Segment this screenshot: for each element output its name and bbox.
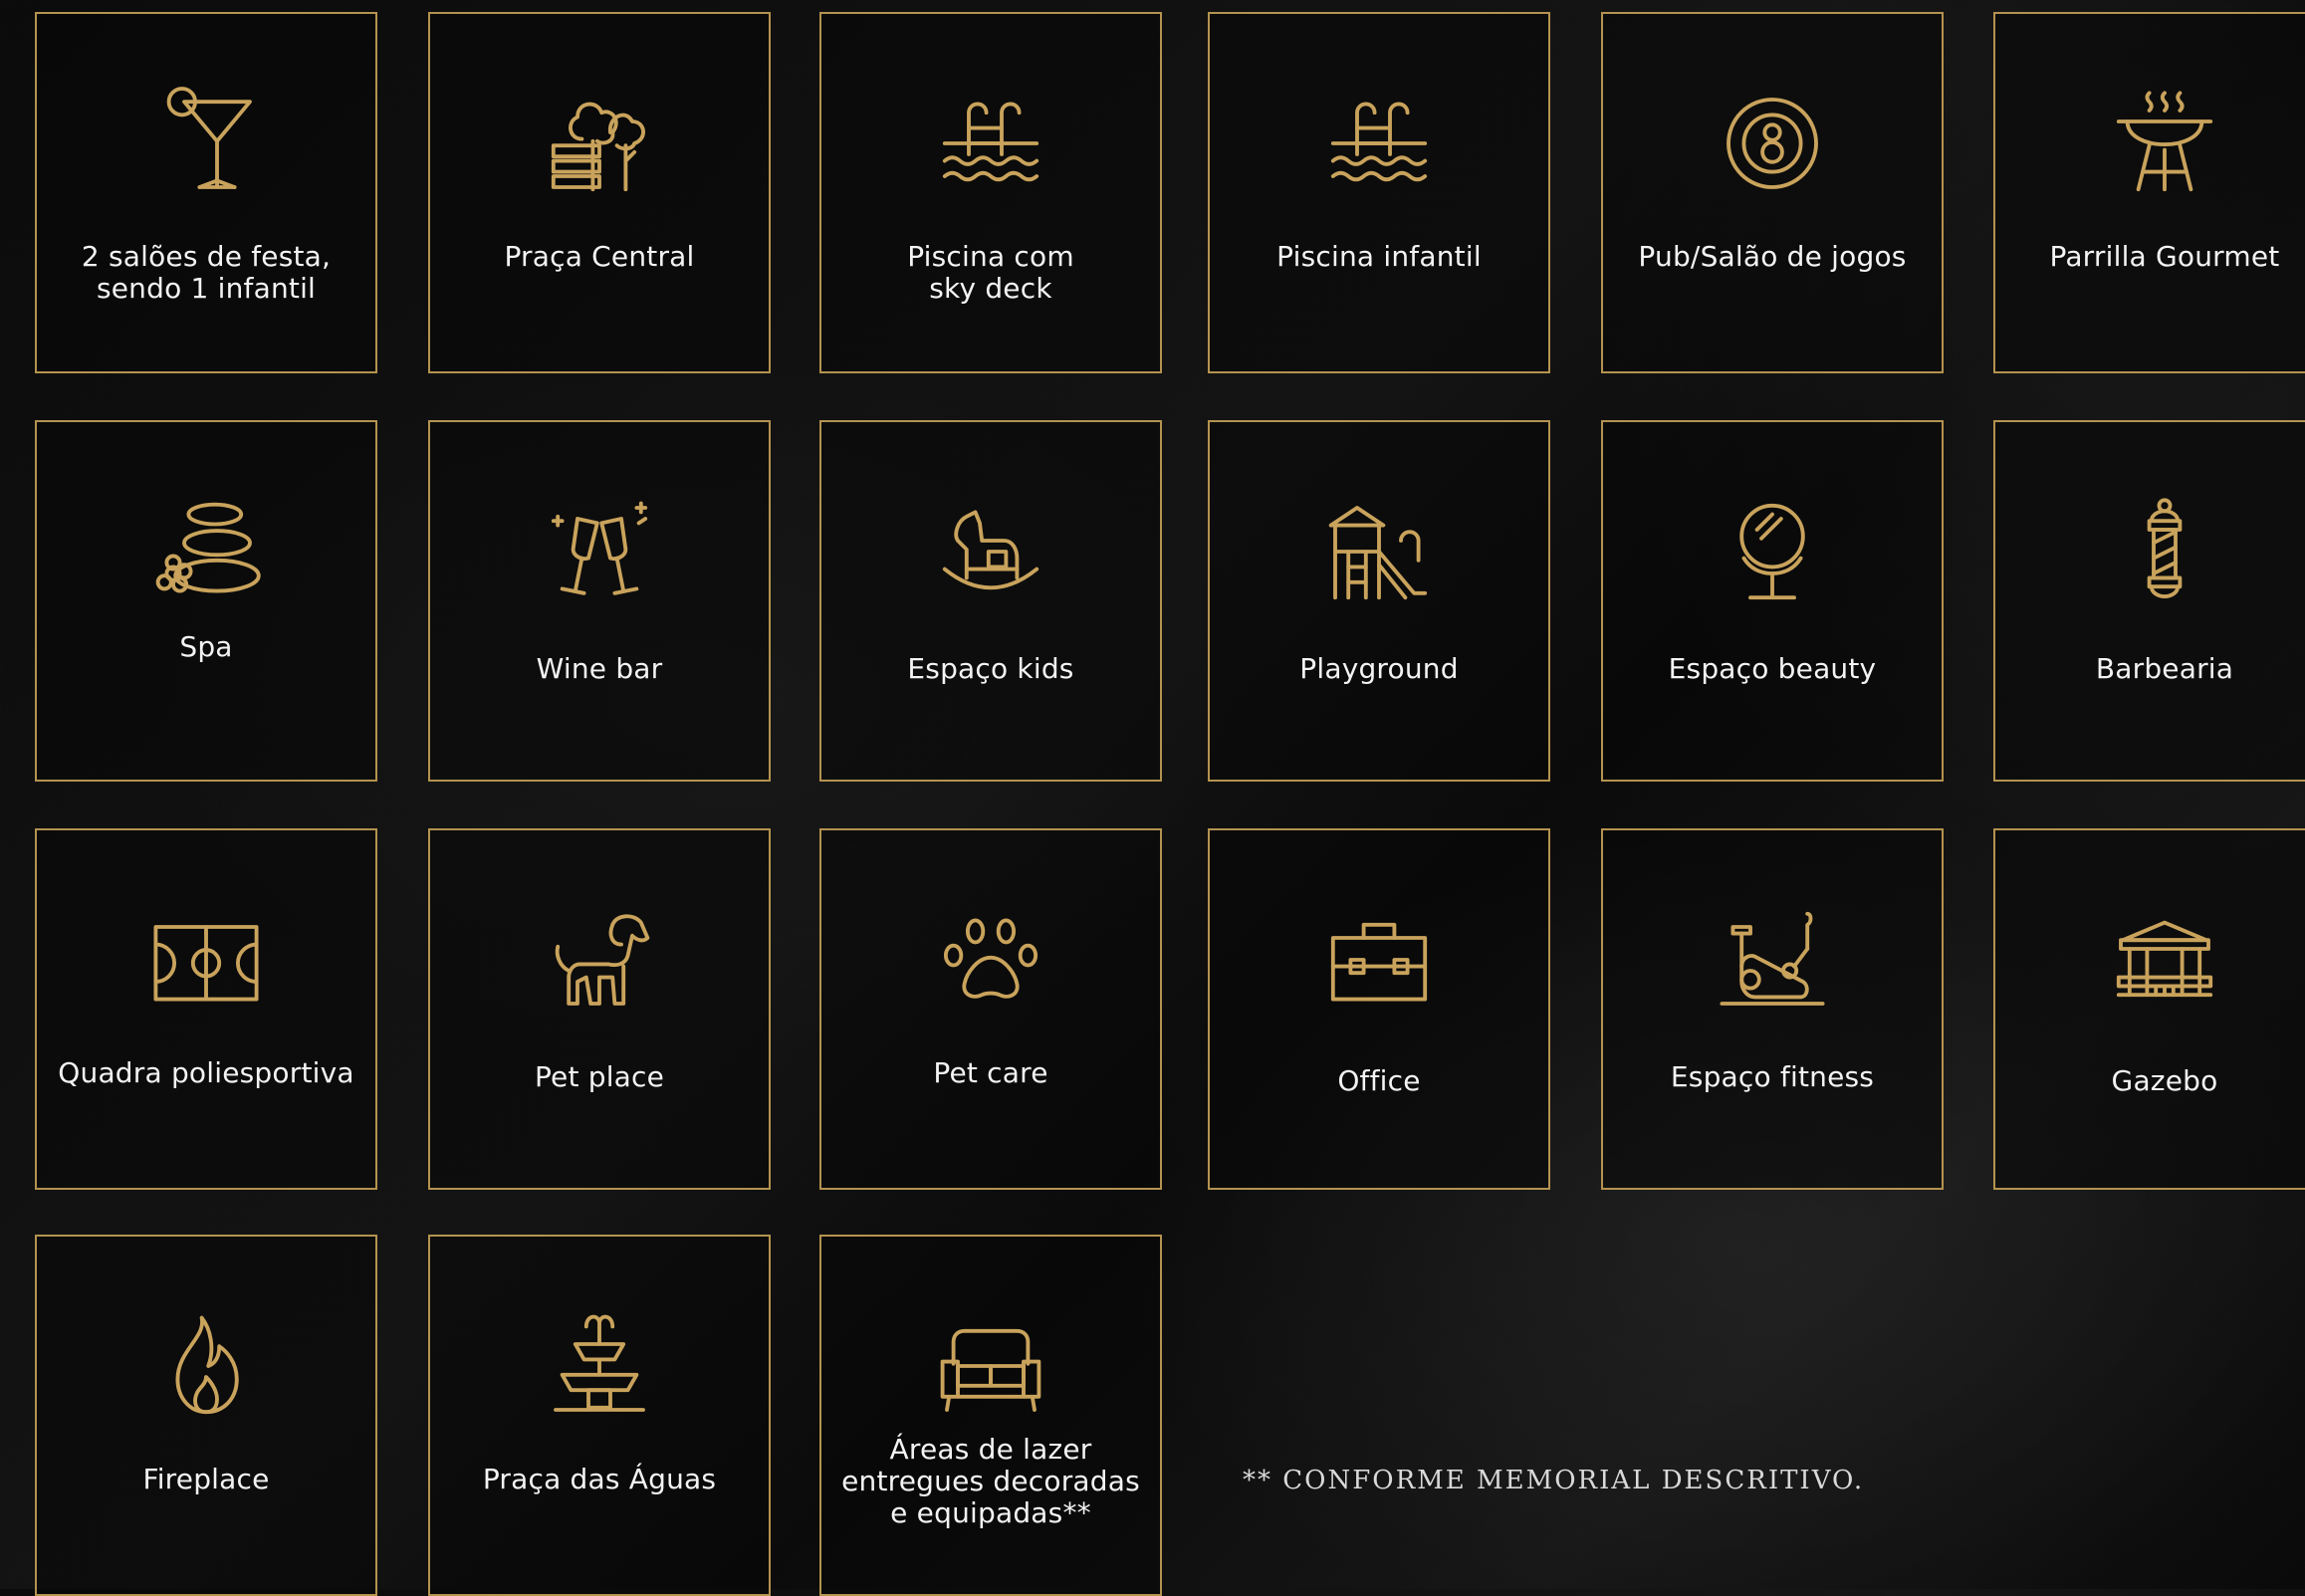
amenity-pool-sky-deck: Piscina com sky deck (819, 12, 1162, 373)
flame-icon (151, 1311, 261, 1421)
amenity-label: Áreas de lazer entregues decoradas e equ… (841, 1433, 1140, 1529)
amenity-sports-court: Quadra poliesportiva (35, 828, 377, 1190)
gazebo-icon (2110, 905, 2219, 1015)
pool-ladder-icon (1324, 89, 1434, 198)
amenity-label: Fireplace (142, 1463, 270, 1495)
fountain-icon (545, 1311, 654, 1421)
briefcase-icon (1324, 905, 1434, 1015)
amenity-gazebo: Gazebo (1993, 828, 2305, 1190)
amenity-pet-place: Pet place (428, 828, 771, 1190)
amenity-beauty-space: Espaço beauty (1601, 420, 1944, 782)
cocktail-icon (151, 87, 261, 198)
amenity-label: Praça das Águas (482, 1463, 717, 1495)
amenity-label: Quadra poliesportiva (58, 1056, 354, 1089)
amenity-spa: Spa (35, 420, 377, 782)
amenity-kids-pool: Piscina infantil (1208, 12, 1550, 373)
amenity-label: Pub/Salão de jogos (1638, 240, 1907, 273)
amenity-label: Playground (1299, 652, 1459, 685)
amenity-label: Pet care (933, 1056, 1048, 1089)
amenity-decorated-leisure-areas: Áreas de lazer entregues decoradas e equ… (819, 1235, 1162, 1596)
amenity-party-halls: 2 salões de festa, sendo 1 infantil (35, 12, 377, 373)
amenity-pub-game-room: Pub/Salão de jogos (1601, 12, 1944, 373)
amenity-pet-care: Pet care (819, 828, 1162, 1190)
sofa-icon (936, 1311, 1045, 1421)
amenity-label: Pet place (534, 1060, 665, 1093)
amenity-label: 2 salões de festa, sendo 1 infantil (81, 240, 332, 305)
wine-glasses-icon (545, 497, 654, 606)
amenity-fireplace: Fireplace (35, 1235, 377, 1596)
amenity-label: Piscina infantil (1276, 240, 1482, 273)
amenity-wine-bar: Wine bar (428, 420, 771, 782)
amenity-fitness-space: Espaço fitness (1601, 828, 1944, 1190)
amenity-label: Praça Central (504, 240, 695, 273)
vanity-mirror-icon (1718, 497, 1827, 606)
amenity-water-square: Praça das Águas (428, 1235, 771, 1596)
rocking-horse-icon (936, 497, 1045, 606)
pool-ladder-icon (936, 89, 1045, 198)
amenity-central-square: Praça Central (428, 12, 771, 373)
amenity-kids-space: Espaço kids (819, 420, 1162, 782)
amenity-parrilla-gourmet: Parrilla Gourmet (1993, 12, 2305, 373)
amenity-label: Spa (179, 630, 233, 663)
exercise-bike-icon (1718, 905, 1827, 1015)
playground-slide-icon (1324, 497, 1434, 606)
billiard-ball-icon (1718, 89, 1827, 198)
amenity-label: Piscina com sky deck (907, 240, 1074, 305)
amenity-label: Wine bar (536, 652, 663, 685)
park-bench-icon (545, 89, 654, 198)
amenity-label: Espaço kids (907, 652, 1074, 685)
footnote: ** CONFORME MEMORIAL DESCRITIVO. (1243, 1466, 1865, 1495)
dog-icon (545, 905, 654, 1015)
amenity-label: Parrilla Gourmet (2049, 240, 2280, 273)
amenity-label: Gazebo (2111, 1064, 2218, 1097)
paw-icon (936, 905, 1045, 1015)
amenity-barbershop: Barbearia (1993, 420, 2305, 782)
amenity-office: Office (1208, 828, 1550, 1190)
sports-court-icon (151, 905, 261, 1015)
amenity-label: Barbearia (2095, 652, 2234, 685)
amenity-label: Office (1337, 1064, 1421, 1097)
amenity-label: Espaço beauty (1668, 652, 1877, 685)
amenity-label: Espaço fitness (1670, 1060, 1875, 1093)
amenity-playground: Playground (1208, 420, 1550, 782)
spa-stones-icon (151, 497, 261, 606)
barber-pole-icon (2110, 497, 2219, 606)
barbecue-grill-icon (2110, 89, 2219, 198)
